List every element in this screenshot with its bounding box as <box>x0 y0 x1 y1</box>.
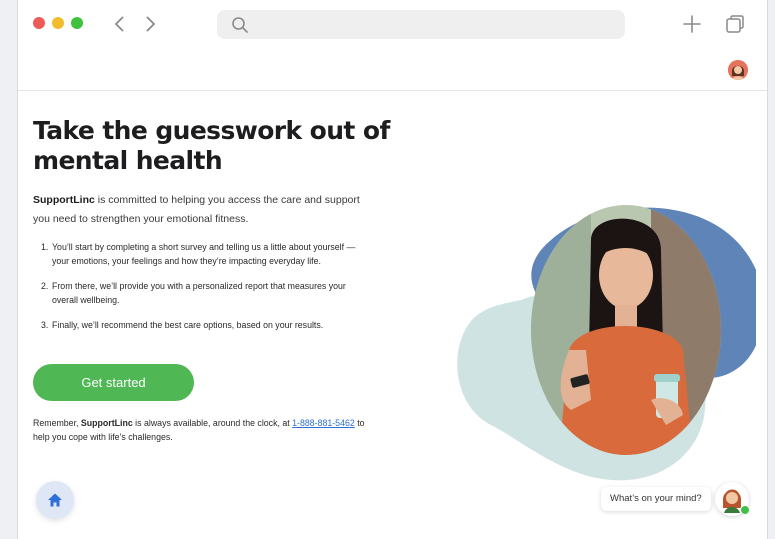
reminder-text: Remember, SupportLinc is always availabl… <box>33 416 378 444</box>
step-item: 2. From there, we’ll provide you with a p… <box>33 279 373 307</box>
reminder-middle: is always available, around the clock, a… <box>132 418 293 428</box>
step-item: 1. You’ll start by completing a short sur… <box>33 240 373 268</box>
tabs-icon[interactable] <box>724 13 746 40</box>
home-icon <box>48 493 62 507</box>
search-icon <box>231 16 249 39</box>
user-avatar[interactable] <box>728 60 748 80</box>
site-header <box>18 50 767 91</box>
steps-list: 1. You’ll start by completing a short sur… <box>33 240 373 343</box>
minimize-window-button[interactable] <box>52 17 64 29</box>
step-number: 1. <box>41 242 49 252</box>
address-bar[interactable] <box>217 10 625 39</box>
step-item: 3. Finally, we’ll recommend the best care… <box>33 318 373 332</box>
online-status-indicator <box>740 505 750 515</box>
chevron-right-icon[interactable] <box>140 14 160 34</box>
close-window-button[interactable] <box>33 17 45 29</box>
brand-name: SupportLinc <box>80 418 133 428</box>
page-title: Take the guesswork out of mental health <box>33 116 390 175</box>
plus-icon[interactable] <box>682 14 702 39</box>
step-number: 2. <box>41 281 49 291</box>
step-number: 3. <box>41 320 49 330</box>
step-text: From there, we’ll provide you with a per… <box>52 281 346 305</box>
maximize-window-button[interactable] <box>71 17 83 29</box>
chevron-left-icon[interactable] <box>110 14 130 34</box>
phone-link[interactable]: 1-888-881-5462 <box>292 418 355 428</box>
step-text: Finally, we’ll recommend the best care o… <box>52 320 324 330</box>
chat-agent-avatar[interactable] <box>715 482 750 516</box>
browser-toolbar <box>18 0 767 51</box>
brand-name: SupportLinc <box>33 194 95 206</box>
get-started-button[interactable]: Get started <box>33 364 194 401</box>
hero-illustration <box>457 205 756 481</box>
browser-window: Take the guesswork out of mental health … <box>17 0 768 539</box>
step-text: You’ll start by completing a short surve… <box>52 242 356 266</box>
home-button[interactable] <box>36 481 74 519</box>
reminder-prefix: Remember, <box>33 418 81 428</box>
intro-text: SupportLinc is committed to helping you … <box>33 191 378 229</box>
chat-prompt[interactable]: What’s on your mind? <box>601 487 711 511</box>
